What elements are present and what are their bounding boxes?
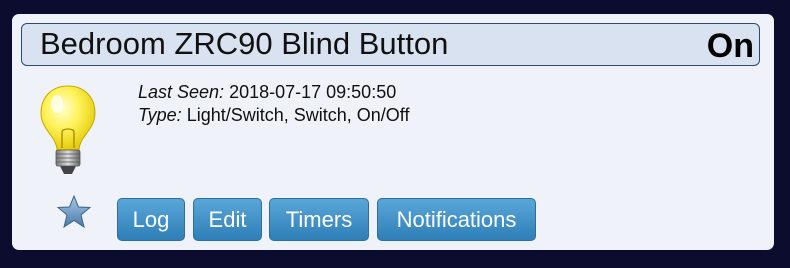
edit-button[interactable]: Edit [193, 198, 262, 241]
device-title-bar: Bedroom ZRC90 Blind Button On [21, 23, 760, 66]
notifications-button[interactable]: Notifications [377, 198, 536, 241]
device-status: On [706, 27, 754, 65]
type-value: Light/Switch, Switch, On/Off [186, 105, 410, 125]
last-seen-value: 2018-07-17 09:50:50 [229, 82, 397, 102]
star-icon[interactable] [56, 195, 92, 229]
timers-button[interactable]: Timers [269, 198, 369, 241]
type-row: Type: Light/Switch, Switch, On/Off [138, 104, 409, 127]
type-label: Type: [138, 105, 182, 125]
lightbulb-icon[interactable] [38, 84, 98, 178]
device-info: Last Seen: 2018-07-17 09:50:50 Type: Lig… [138, 81, 409, 127]
last-seen-label: Last Seen: [138, 82, 225, 102]
last-seen-row: Last Seen: 2018-07-17 09:50:50 [138, 81, 409, 104]
device-card: Bedroom ZRC90 Blind Button On Last Seen:… [12, 14, 774, 250]
log-button[interactable]: Log [117, 198, 185, 241]
device-name: Bedroom ZRC90 Blind Button [40, 26, 449, 61]
